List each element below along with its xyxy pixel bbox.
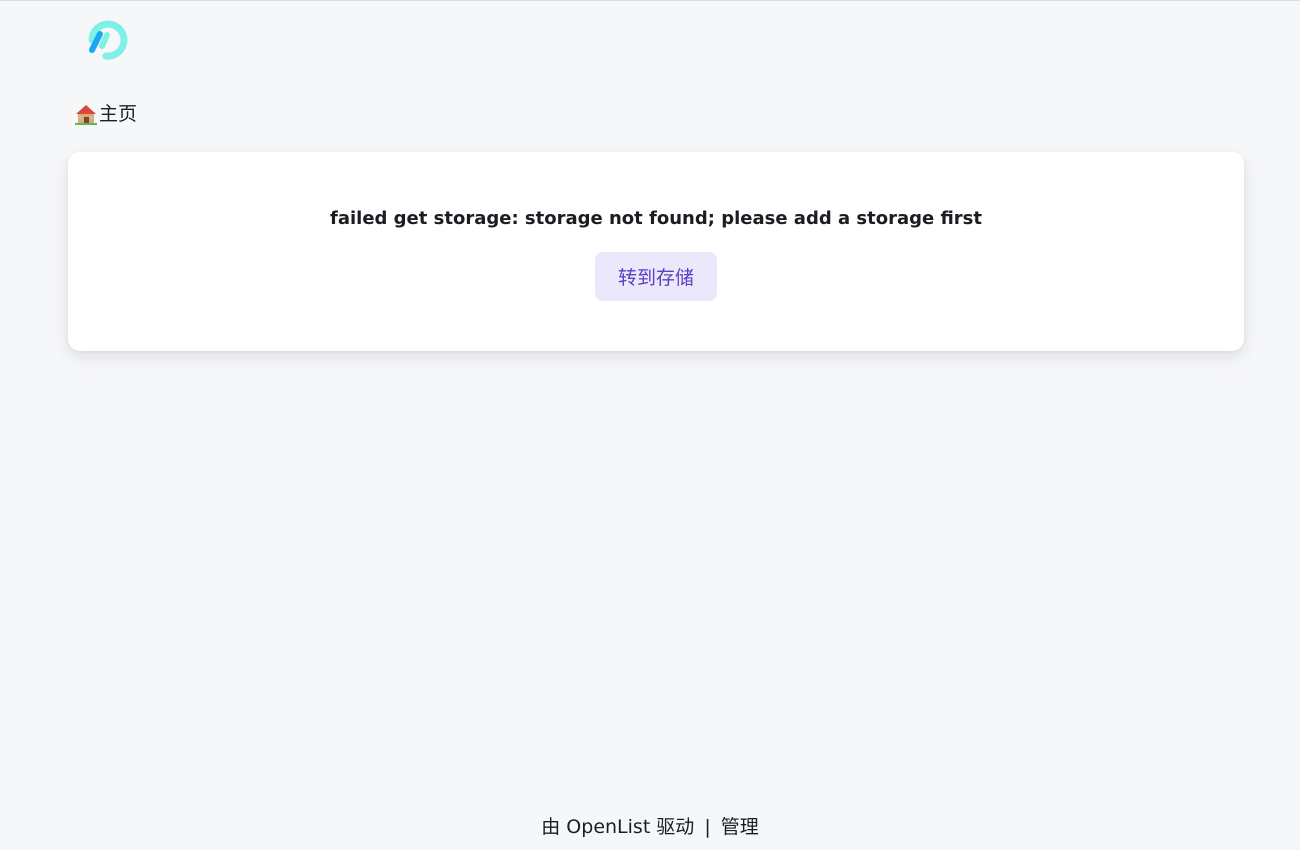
powered-by-link[interactable]: 由 OpenList 驱动 (541, 816, 694, 838)
footer: 由 OpenList 驱动 | 管理 (0, 814, 1300, 840)
manage-link[interactable]: 管理 (721, 816, 759, 838)
breadcrumb-home-link[interactable]: 主页 (99, 101, 137, 127)
footer-separator: | (704, 816, 711, 838)
house-icon (75, 105, 97, 125)
openlist-logo-icon[interactable] (82, 16, 130, 64)
error-message: failed get storage: storage not found; p… (330, 208, 982, 229)
breadcrumb: 主页 (75, 101, 137, 127)
error-card: failed get storage: storage not found; p… (68, 152, 1244, 351)
go-to-storage-button[interactable]: 转到存储 (595, 252, 717, 301)
